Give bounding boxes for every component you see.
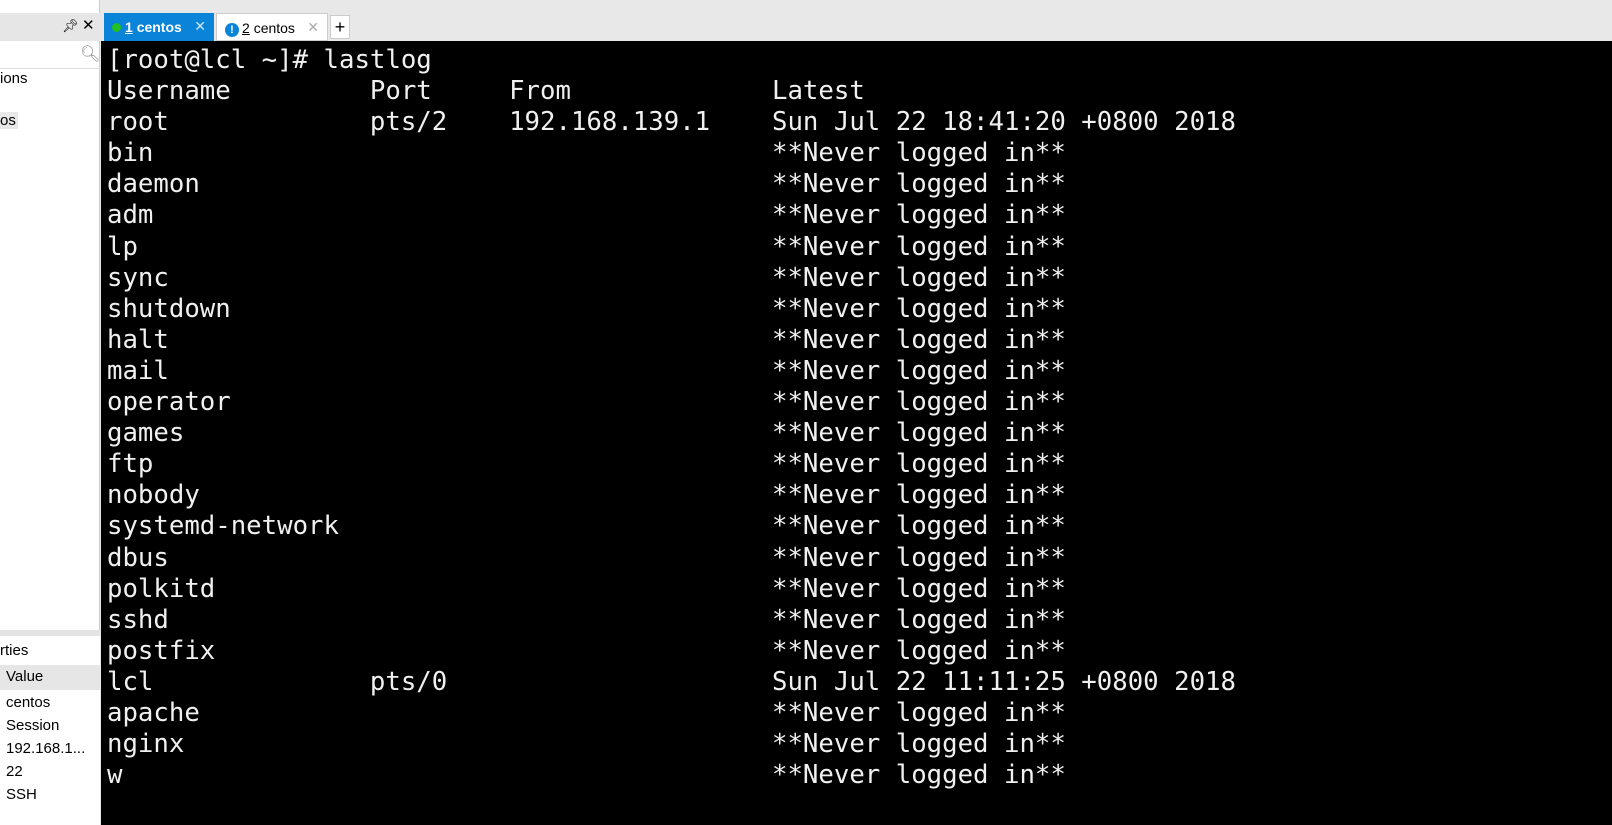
table-row: adm **Never logged in** [107, 200, 1066, 231]
property-value: centos [6, 694, 51, 711]
table-row: ftp **Never logged in** [107, 449, 1066, 480]
close-tab-icon[interactable]: ✕ [194, 18, 206, 35]
property-value: 192.168.1... [6, 740, 86, 757]
table-row: postfix **Never logged in** [107, 635, 1066, 666]
tab-number: 2 [242, 20, 250, 36]
session-item[interactable]: ions [0, 70, 28, 87]
table-row: systemd-network **Never logged in** [107, 511, 1066, 542]
tab-label: centos [253, 20, 295, 36]
table-row: sync **Never logged in** [107, 262, 1066, 293]
search-input[interactable]: 🔍︎ [0, 41, 100, 69]
table-row: sshd **Never logged in** [107, 604, 1066, 635]
tab-number: 1 [125, 19, 133, 35]
pin-icon[interactable]: 📌︎ [62, 18, 79, 34]
table-row: bin **Never logged in** [107, 138, 1066, 169]
value-column-header[interactable]: Value [0, 665, 100, 690]
table-row: nginx **Never logged in** [107, 729, 1066, 760]
magnifier-icon[interactable]: 🔍︎ [80, 44, 100, 64]
new-tab-button[interactable]: + [330, 15, 350, 39]
session-item-selected[interactable]: os [0, 112, 18, 129]
table-row: lp **Never logged in** [107, 231, 1066, 262]
table-header: Username Port From Latest [107, 76, 865, 107]
tab-bar: 1 centos ✕ ! 2 centos ✕ + [100, 13, 1612, 41]
table-row: polkitd **Never logged in** [107, 573, 1066, 604]
table-row: root pts/2 192.168.139.1 Sun Jul 22 18:4… [107, 107, 1236, 138]
close-tab-icon[interactable]: ✕ [307, 19, 319, 36]
table-row: w **Never logged in** [107, 760, 1066, 791]
properties-title: rties [0, 642, 29, 659]
connected-icon [112, 23, 121, 32]
table-row: daemon **Never logged in** [107, 169, 1066, 200]
tab-label: centos [136, 19, 182, 35]
table-row: mail **Never logged in** [107, 355, 1066, 386]
table-row: apache **Never logged in** [107, 697, 1066, 728]
panel-header: 📌︎ ✕ [0, 13, 100, 41]
table-row: nobody **Never logged in** [107, 480, 1066, 511]
tab-2-centos[interactable]: ! 2 centos ✕ [216, 13, 328, 41]
table-row: dbus **Never logged in** [107, 542, 1066, 573]
table-row: games **Never logged in** [107, 418, 1066, 449]
terminal-output[interactable]: [root@lcl ~]# lastlog Username Port From … [101, 41, 1612, 825]
session-manager-panel: 📌︎ ✕ 🔍︎ ions os rties Value centos Sessi… [0, 0, 100, 825]
table-row: shutdown **Never logged in** [107, 293, 1066, 324]
warning-icon: ! [225, 23, 239, 37]
property-value: SSH [6, 786, 37, 803]
property-value: 22 [6, 763, 23, 780]
tab-1-centos[interactable]: 1 centos ✕ [104, 13, 214, 41]
table-row: operator **Never logged in** [107, 387, 1066, 418]
property-value: Session [6, 717, 60, 734]
table-row: lcl pts/0 Sun Jul 22 11:11:25 +0800 2018 [107, 666, 1236, 697]
command-line: [root@lcl ~]# lastlog [107, 45, 432, 75]
close-icon[interactable]: ✕ [82, 16, 95, 34]
table-row: halt **Never logged in** [107, 324, 1066, 355]
properties-panel: rties Value centos Session 192.168.1... … [0, 630, 100, 825]
